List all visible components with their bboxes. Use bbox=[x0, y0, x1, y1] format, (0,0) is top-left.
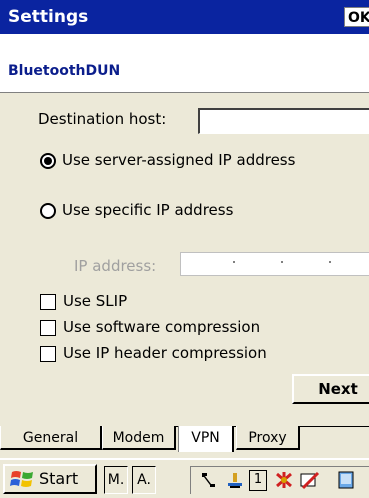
destination-host-input[interactable] bbox=[198, 108, 369, 134]
next-button[interactable]: Next bbox=[292, 374, 369, 404]
desktop-icon[interactable] bbox=[337, 470, 357, 492]
bluetooth-icon[interactable] bbox=[273, 470, 295, 490]
window-title: Settings bbox=[8, 7, 89, 27]
ip-octet-separator bbox=[329, 261, 331, 263]
ip-octet-separator bbox=[233, 261, 235, 263]
specific-ip-label: Use specific IP address bbox=[62, 201, 234, 219]
ip-header-compression-label: Use IP header compression bbox=[63, 344, 267, 362]
tab-modem[interactable]: Modem bbox=[102, 426, 176, 450]
ip-address-label: IP address: bbox=[74, 257, 157, 275]
ip-address-input[interactable] bbox=[180, 252, 369, 276]
ip-octet-separator bbox=[281, 261, 283, 263]
connection-name: BluetoothDUN bbox=[8, 63, 121, 79]
task-button-m[interactable]: M. bbox=[104, 466, 128, 494]
use-slip-checkbox[interactable] bbox=[40, 294, 56, 310]
taskbar: Start M. A. 1 bbox=[0, 458, 369, 498]
windows-flag-icon bbox=[10, 471, 33, 487]
server-assigned-ip-label: Use server-assigned IP address bbox=[62, 151, 296, 169]
tab-vpn[interactable]: VPN bbox=[178, 426, 234, 452]
title-bar: Settings OK bbox=[0, 0, 369, 34]
tab-strip: General Modem VPN Proxy bbox=[0, 426, 369, 453]
start-button[interactable]: Start bbox=[3, 464, 97, 494]
ok-button[interactable]: OK bbox=[344, 7, 369, 27]
software-compression-label: Use software compression bbox=[63, 318, 261, 336]
task-button-a[interactable]: A. bbox=[132, 466, 156, 494]
server-assigned-ip-radio[interactable] bbox=[40, 153, 56, 169]
system-tray: 1 bbox=[190, 466, 369, 494]
tab-proxy[interactable]: Proxy bbox=[236, 426, 300, 450]
ip-header-compression-checkbox[interactable] bbox=[40, 346, 56, 362]
tab-general[interactable]: General bbox=[0, 426, 102, 450]
connection-icon[interactable] bbox=[199, 470, 219, 490]
software-compression-checkbox[interactable] bbox=[40, 320, 56, 336]
start-label: Start bbox=[39, 469, 79, 488]
input-number-icon[interactable]: 1 bbox=[249, 470, 267, 491]
specific-ip-radio[interactable] bbox=[40, 203, 56, 219]
tools-icon[interactable] bbox=[225, 470, 245, 490]
pen-icon[interactable] bbox=[299, 470, 321, 490]
use-slip-label: Use SLIP bbox=[63, 292, 128, 310]
destination-host-label: Destination host: bbox=[38, 110, 167, 128]
